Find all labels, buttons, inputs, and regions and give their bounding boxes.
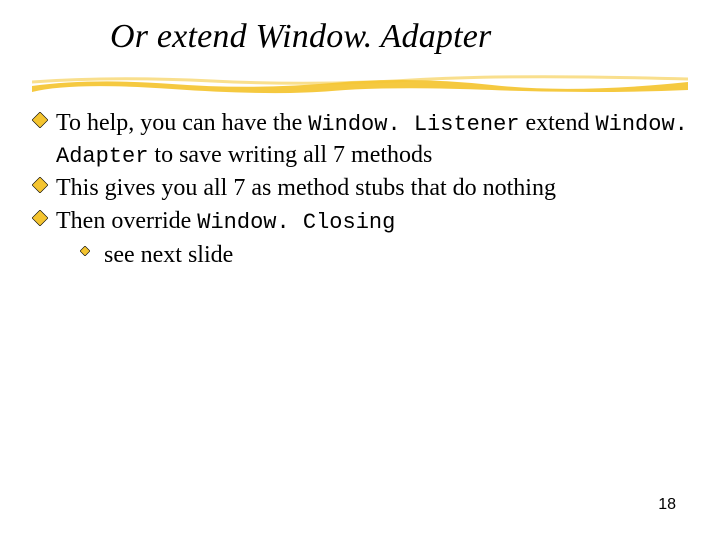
- bullet-item: To help, you can have the Window. Listen…: [32, 108, 688, 171]
- diamond-bullet-icon: [32, 177, 48, 193]
- body-text: This gives you all 7 as method stubs tha…: [56, 175, 556, 201]
- bullet-item: This gives you all 7 as method stubs tha…: [32, 173, 688, 204]
- page-number: 18: [658, 496, 676, 514]
- title-underline: [32, 72, 688, 94]
- slide: Or extend Window. Adapter To help, you c…: [0, 0, 720, 540]
- diamond-bullet-icon: [32, 112, 48, 128]
- body-text: to save writing all 7 methods: [148, 142, 432, 168]
- body-text: Then override: [56, 208, 197, 234]
- diamond-bullet-icon: [32, 210, 48, 226]
- bullet-text: Then override Window. Closing: [56, 206, 688, 238]
- bullet-text: To help, you can have the Window. Listen…: [56, 108, 688, 171]
- body-text: To help, you can have the: [56, 110, 308, 136]
- code-text: Window. Listener: [308, 112, 519, 137]
- slide-title: Or extend Window. Adapter: [110, 18, 491, 56]
- code-text: Window. Closing: [197, 210, 395, 235]
- sub-bullet-item: see next slide: [80, 240, 688, 271]
- bullet-item: Then override Window. Closing: [32, 206, 688, 238]
- diamond-bullet-icon: [80, 246, 90, 256]
- bullet-text: This gives you all 7 as method stubs tha…: [56, 173, 688, 204]
- slide-content: To help, you can have the Window. Listen…: [32, 108, 688, 271]
- sub-bullet-text: see next slide: [104, 240, 233, 271]
- body-text: extend: [519, 110, 595, 136]
